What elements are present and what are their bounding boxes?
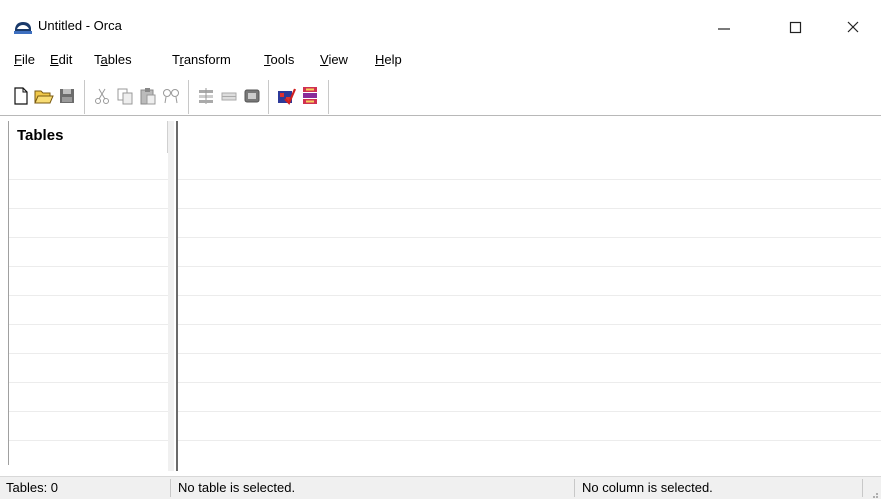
maximize-icon[interactable] [773, 8, 819, 46]
status-column-selection: No column is selected. [582, 480, 713, 495]
title-bar: Untitled - Orca [0, 0, 881, 46]
row-divider [9, 266, 169, 267]
toolbar-separator [268, 80, 269, 114]
paste-icon[interactable] [138, 86, 158, 106]
row-divider [178, 266, 881, 267]
cut-icon[interactable] [92, 86, 112, 106]
validate-icon[interactable] [276, 86, 296, 106]
row-divider [9, 411, 169, 412]
menu-help[interactable]: Help [375, 52, 402, 67]
add-row-icon[interactable] [196, 86, 216, 106]
row-divider [178, 208, 881, 209]
toolbar-divider [0, 115, 881, 116]
row-divider [9, 440, 169, 441]
menu-file[interactable]: File [14, 52, 35, 67]
tables-list-pane[interactable]: Tables [8, 121, 169, 465]
status-table-selection: No table is selected. [178, 480, 296, 495]
tables-list-header: Tables [17, 127, 64, 144]
status-separator [574, 479, 575, 497]
row-divider [9, 179, 169, 180]
merge-module-icon[interactable] [300, 86, 320, 106]
copy-icon[interactable] [115, 86, 135, 106]
save-icon[interactable] [57, 86, 77, 106]
status-tables-count: Tables: 0 [6, 480, 59, 495]
resize-grip-icon[interactable] [869, 487, 879, 498]
menu-transform[interactable]: Transform [172, 52, 231, 67]
status-separator [862, 479, 863, 497]
window-title: Untitled - Orca [38, 18, 122, 33]
find-icon[interactable] [161, 86, 181, 106]
minimize-icon[interactable] [701, 8, 747, 46]
row-divider [9, 208, 169, 209]
toolbar-separator [328, 80, 329, 114]
new-icon[interactable] [11, 86, 31, 106]
table-icon[interactable] [242, 86, 262, 106]
row-divider [178, 179, 881, 180]
row-divider [9, 382, 169, 383]
row-divider [9, 237, 169, 238]
row-divider [9, 295, 169, 296]
orca-whale-icon [14, 20, 32, 34]
pane-splitter[interactable] [168, 121, 174, 471]
menu-view[interactable]: View [320, 52, 348, 67]
row-divider [178, 295, 881, 296]
close-icon[interactable] [830, 8, 876, 46]
table-rows-pane[interactable] [178, 121, 881, 471]
menu-tables[interactable]: Tables [94, 52, 132, 67]
row-divider [9, 353, 169, 354]
row-divider [178, 382, 881, 383]
toolbar-separator [188, 80, 189, 114]
drop-row-icon[interactable] [219, 86, 239, 106]
menu-edit[interactable]: Edit [50, 52, 72, 67]
open-icon[interactable] [34, 86, 54, 106]
menu-bar: File Edit Tables Transform Tools View He… [0, 50, 881, 72]
status-bar: Tables: 0 No table is selected. No colum… [0, 476, 881, 499]
row-divider [178, 237, 881, 238]
row-divider [178, 324, 881, 325]
status-separator [170, 479, 171, 497]
row-divider [178, 353, 881, 354]
row-divider [178, 411, 881, 412]
toolbar [0, 80, 881, 114]
menu-tools[interactable]: Tools [264, 52, 294, 67]
row-divider [178, 440, 881, 441]
row-divider [9, 324, 169, 325]
toolbar-separator [84, 80, 85, 114]
